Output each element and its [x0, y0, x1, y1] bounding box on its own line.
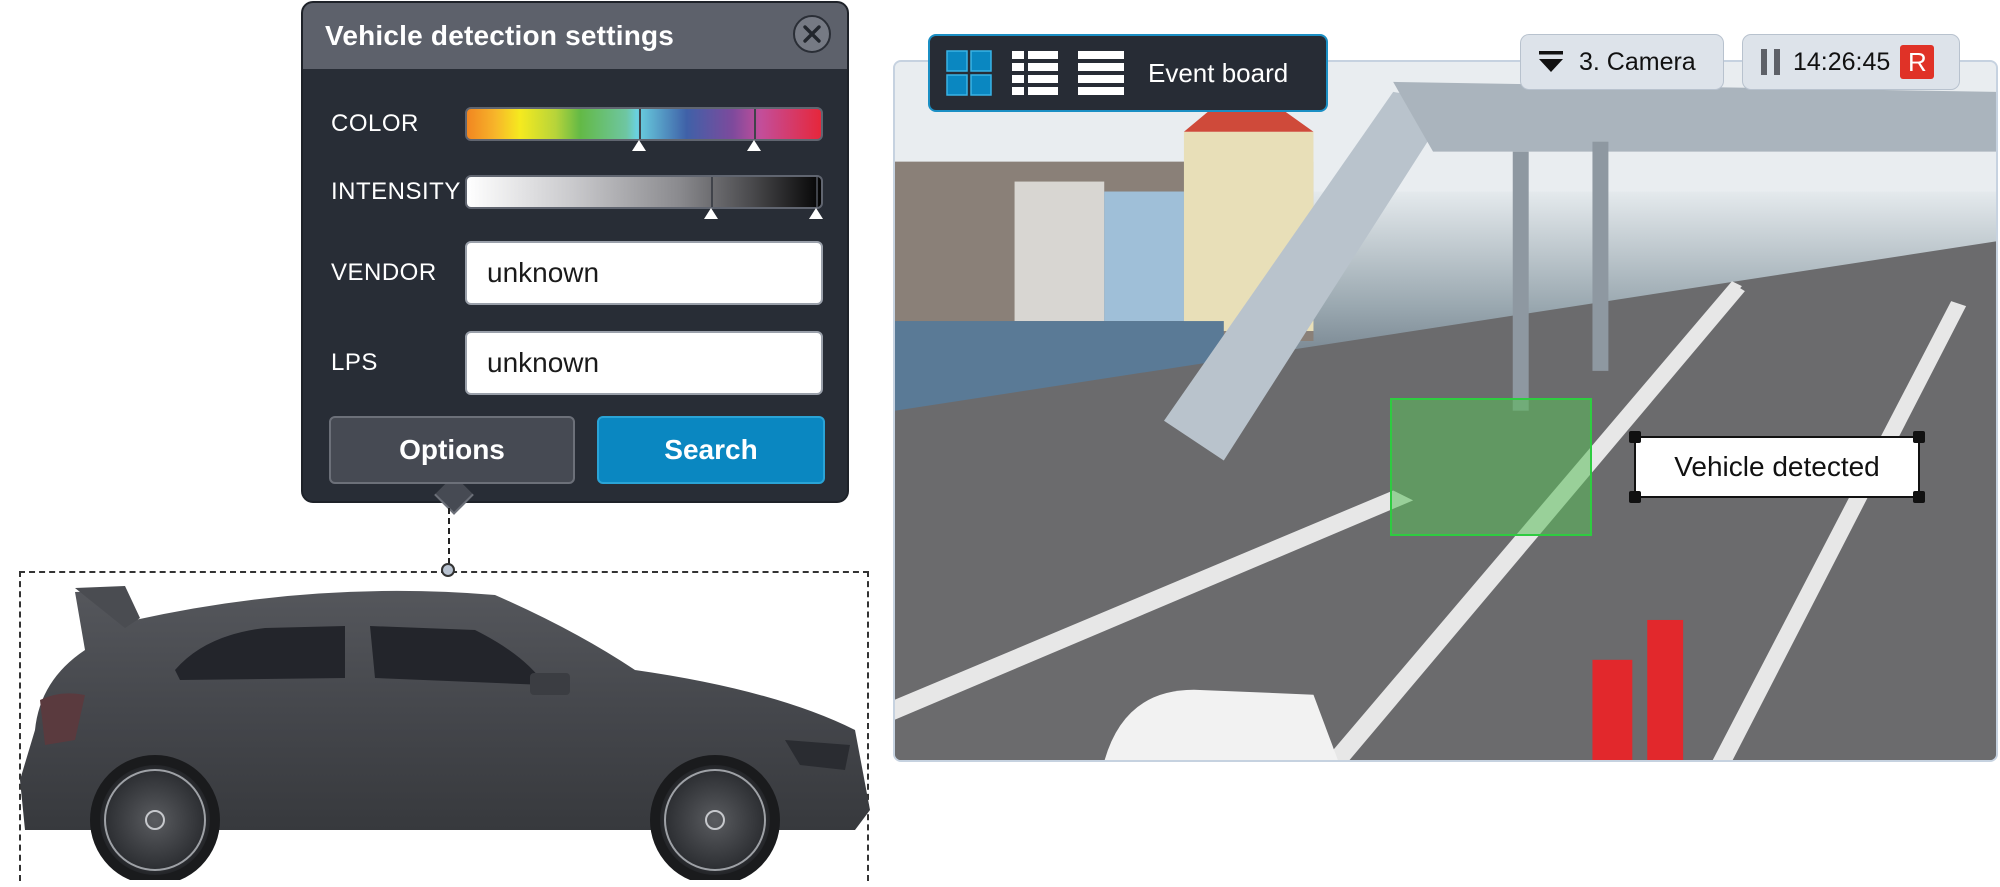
- vehicle-detection-box[interactable]: [1390, 398, 1592, 536]
- resize-handle-bottom-right[interactable]: [1913, 491, 1925, 503]
- intensity-row: INTENSITY: [331, 175, 823, 219]
- detailed-list-icon: [1012, 51, 1058, 95]
- vendor-row: VENDOR: [331, 241, 823, 305]
- grid-view-icon: [946, 50, 992, 96]
- lps-input[interactable]: [465, 331, 823, 395]
- close-button[interactable]: [793, 15, 831, 53]
- color-label: COLOR: [331, 110, 419, 137]
- color-range-start-handle[interactable]: [631, 140, 646, 151]
- lps-row: LPS: [331, 331, 823, 395]
- list-view-button[interactable]: [1078, 50, 1124, 96]
- detailed-list-view-button[interactable]: [1012, 50, 1058, 96]
- vehicle-detected-label[interactable]: Vehicle detected: [1629, 431, 1925, 503]
- vendor-input[interactable]: [465, 241, 823, 305]
- intensity-label: INTENSITY: [331, 178, 461, 205]
- car-image: [20, 586, 870, 880]
- panel-header: Vehicle detection settings: [303, 3, 847, 69]
- color-range-end-marker: [753, 109, 756, 139]
- close-icon: [803, 25, 821, 43]
- resize-handle-bottom-left[interactable]: [1629, 491, 1641, 503]
- connector-line: [448, 508, 450, 564]
- event-board-title: Event board: [1148, 57, 1289, 88]
- playback-status: 14:26:45 R: [1742, 34, 1960, 90]
- lps-label: LPS: [331, 349, 378, 376]
- record-badge[interactable]: R: [1900, 45, 1935, 79]
- connector-anchor[interactable]: [441, 563, 455, 577]
- grid-view-button[interactable]: [946, 50, 992, 96]
- intensity-range-slider[interactable]: [465, 175, 823, 219]
- camera-name: 3. Camera: [1579, 47, 1696, 76]
- color-row: COLOR: [331, 107, 823, 151]
- search-button[interactable]: Search: [597, 416, 825, 484]
- vehicle-detected-text: Vehicle detected: [1674, 451, 1880, 482]
- vendor-label: VENDOR: [331, 259, 437, 286]
- camera-selector[interactable]: 3. Camera: [1520, 34, 1724, 90]
- resize-handle-top-right[interactable]: [1913, 431, 1925, 443]
- intensity-range-end-handle[interactable]: [808, 208, 823, 219]
- pause-icon[interactable]: [1761, 49, 1781, 75]
- intensity-range-end-marker: [815, 177, 818, 207]
- resize-handle-top-left[interactable]: [1629, 431, 1641, 443]
- playback-time: 14:26:45: [1793, 47, 1891, 76]
- vehicle-detection-settings-panel: Vehicle detection settings COLOR INTENSI…: [301, 1, 849, 515]
- intensity-range-start-marker: [711, 177, 714, 207]
- panel-title: Vehicle detection settings: [325, 20, 675, 51]
- dropdown-icon: [1539, 51, 1563, 72]
- color-range-slider[interactable]: [465, 107, 823, 151]
- list-view-icon: [1078, 51, 1124, 95]
- color-range-end-handle[interactable]: [746, 140, 761, 151]
- color-range-start-marker: [638, 109, 641, 139]
- options-button[interactable]: Options: [329, 416, 575, 484]
- intensity-range-start-handle[interactable]: [704, 208, 719, 219]
- event-board-toolbar: Event board: [928, 34, 1328, 112]
